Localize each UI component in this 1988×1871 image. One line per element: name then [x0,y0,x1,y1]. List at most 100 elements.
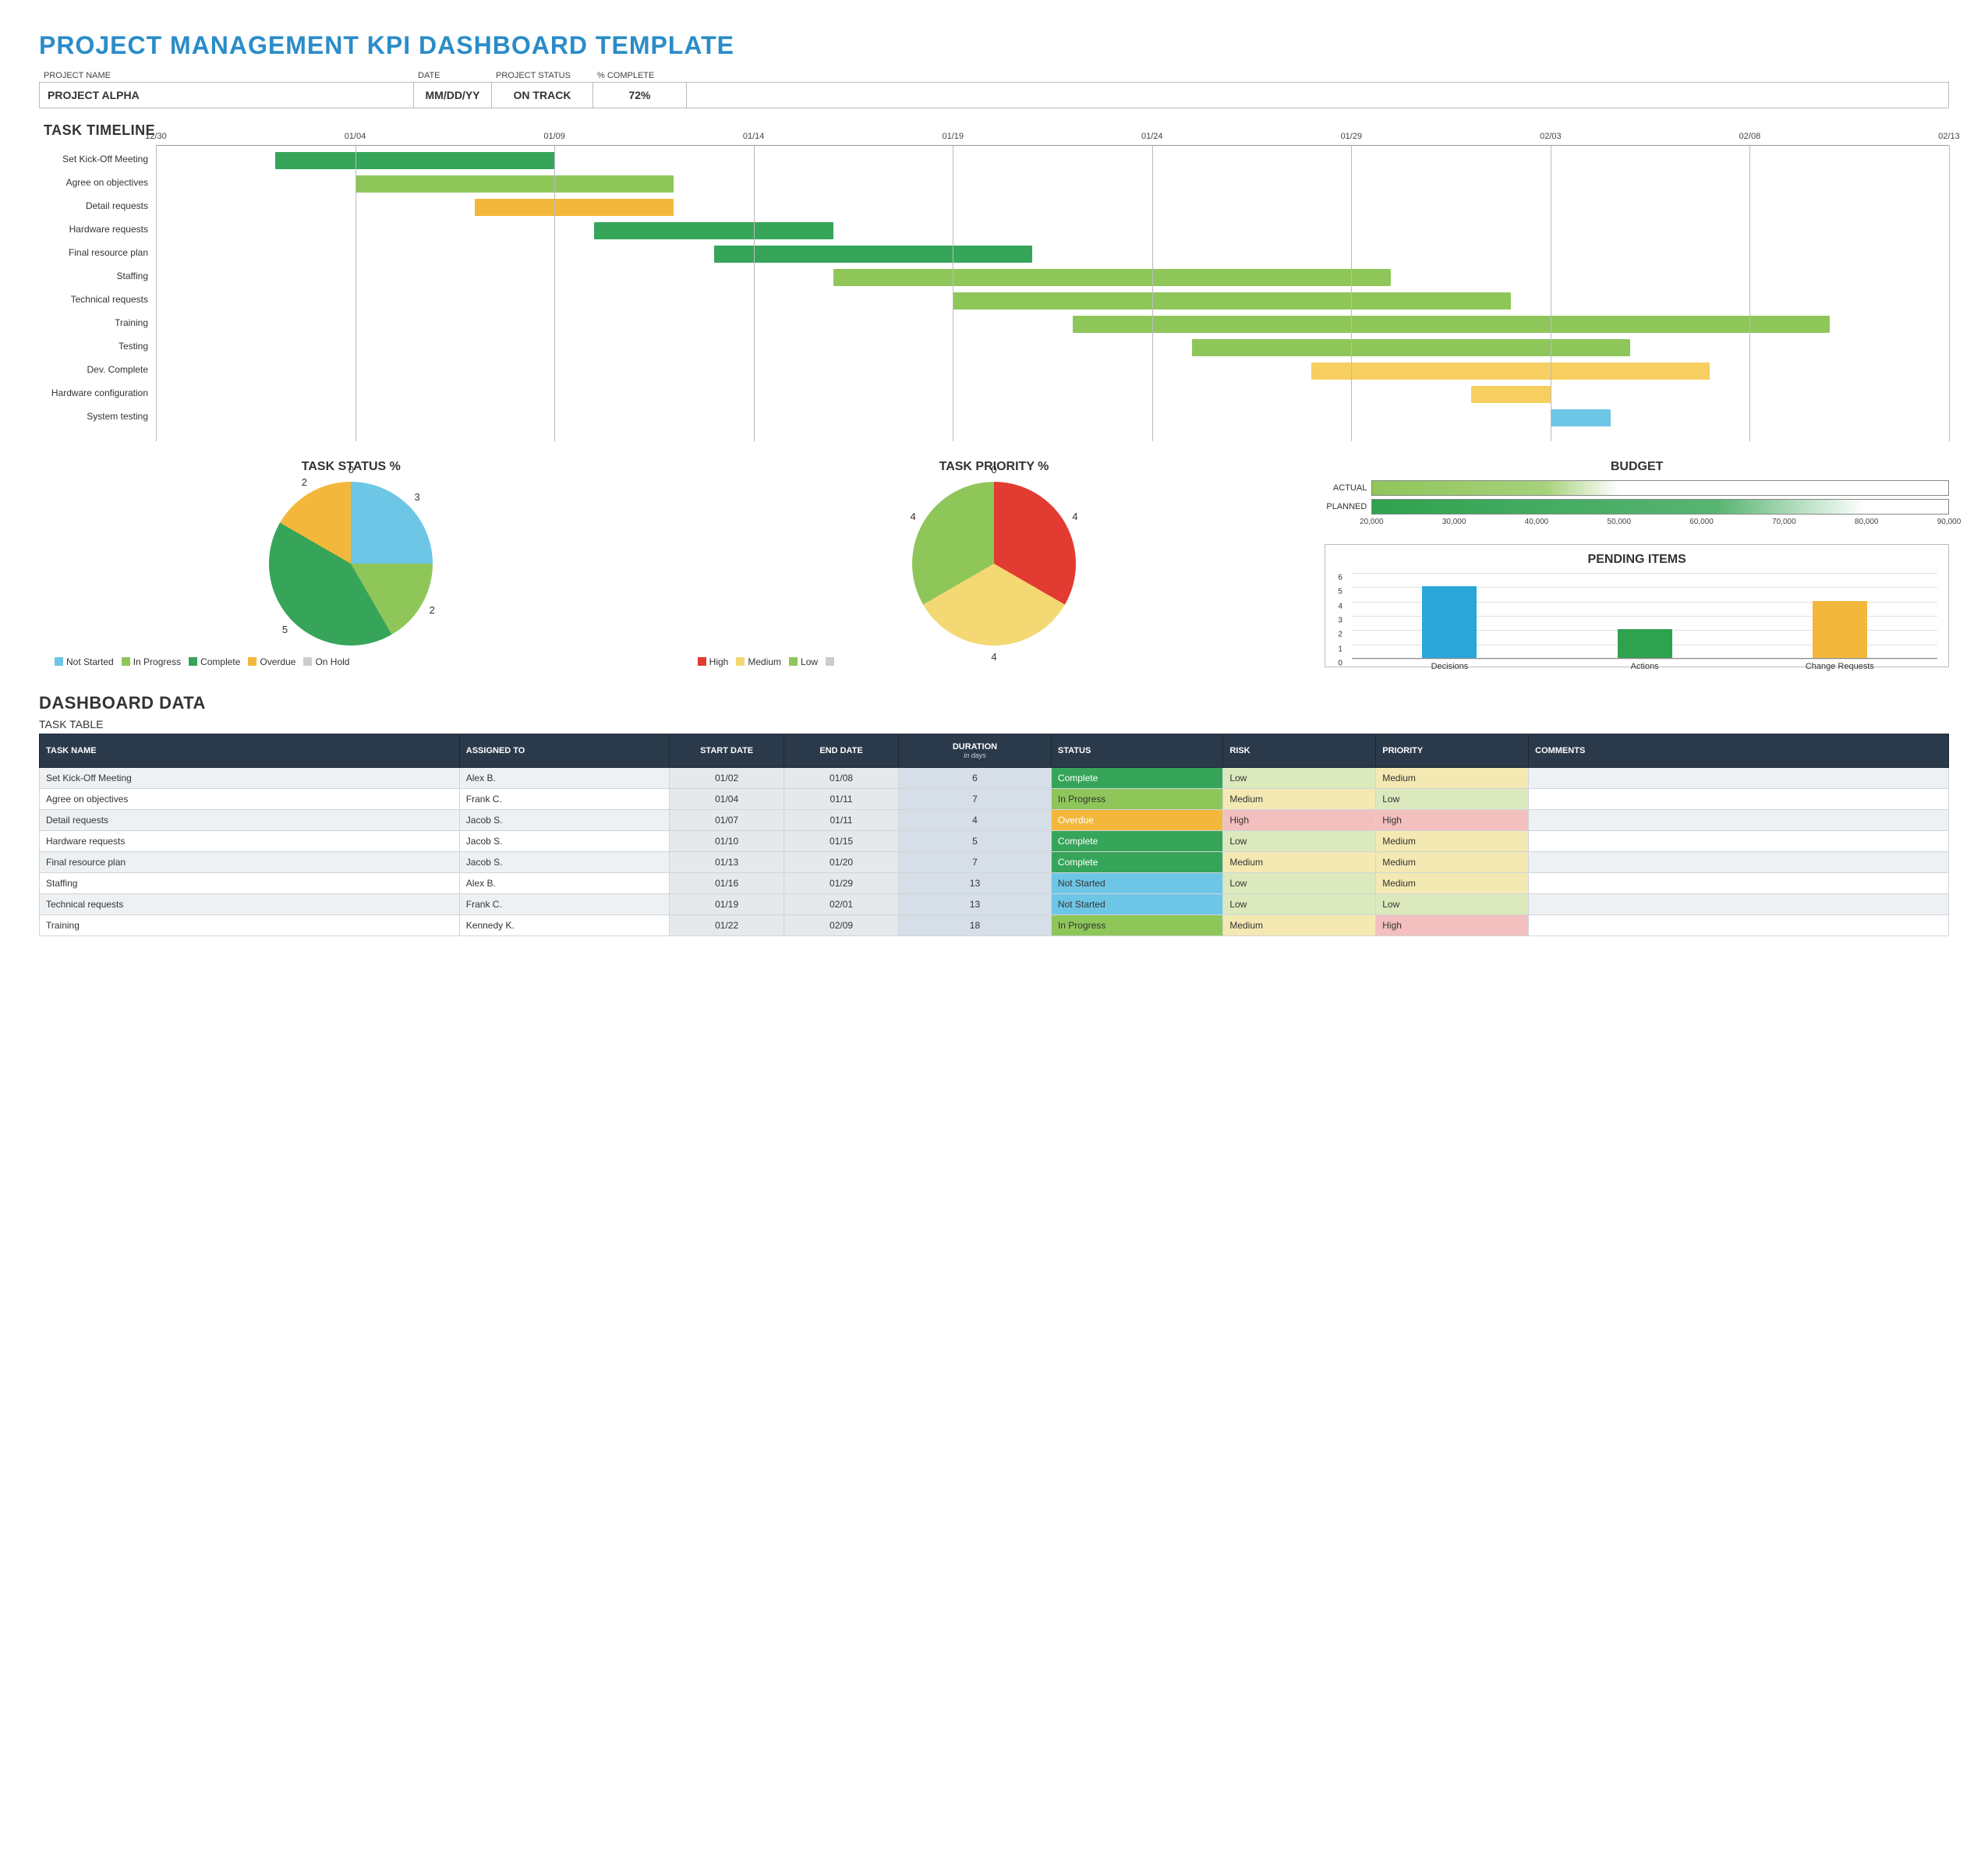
pie-value-label: 2 [424,604,440,616]
table-cell: 01/04 [670,788,784,809]
gantt-bar [953,292,1511,309]
pie-value-label: 4 [905,511,921,522]
info-values-row: PROJECT ALPHA MM/DD/YY ON TRACK 72% [39,82,1949,108]
task-status-legend: Not StartedIn ProgressCompleteOverdueOn … [55,653,648,671]
table-cell: Jacob S. [459,851,669,872]
budget-tick: 90,000 [1937,518,1961,526]
legend-swatch [55,657,63,666]
pending-y-tick: 6 [1338,574,1342,582]
task-status-pie: 32520 [269,482,433,645]
table-cell: Low [1223,830,1376,851]
table-cell: Complete [1051,830,1222,851]
gantt-bar [275,152,554,169]
legend-swatch [248,657,256,666]
table-cell: Kennedy K. [459,914,669,936]
table-cell: 01/19 [670,893,784,914]
gantt-bar [594,222,833,239]
table-cell [1529,851,1949,872]
budget-row: PLANNED [1325,499,1949,515]
table-cell: 01/08 [784,767,899,788]
th-risk: RISK [1223,734,1376,767]
table-cell: Detail requests [40,809,460,830]
pending-y-tick: 0 [1338,660,1342,668]
gantt-chart: 12/3001/0401/0901/1401/1901/2401/2902/03… [156,145,1949,441]
gantt-date-tick: 01/24 [1141,132,1163,141]
th-task-name: TASK NAME [40,734,460,767]
pending-y-tick: 1 [1338,645,1342,653]
table-cell [1529,872,1949,893]
th-duration: DURATIONin days [899,734,1052,767]
table-cell: 01/29 [784,872,899,893]
gantt-row-label: Technical requests [39,294,148,305]
gantt-date-tick: 01/29 [1341,132,1363,141]
table-cell: Complete [1051,851,1222,872]
table-cell: 7 [899,851,1052,872]
gantt-row: System testing [156,408,1949,430]
table-cell: 7 [899,788,1052,809]
table-row: Set Kick-Off MeetingAlex B.01/0201/086Co… [40,767,1949,788]
pie-value-label: 2 [296,476,312,488]
budget-bar-fill [1372,481,1619,495]
table-cell [1529,893,1949,914]
table-cell: Alex B. [459,767,669,788]
table-cell: Technical requests [40,893,460,914]
pending-x-label: Decisions [1406,662,1492,671]
table-cell [1529,809,1949,830]
pie-value-label: 4 [1067,511,1083,522]
table-cell: 01/10 [670,830,784,851]
pie-value-label: 0 [986,464,1002,476]
budget-tick: 60,000 [1689,518,1714,526]
table-cell: Hardware requests [40,830,460,851]
table-cell: Jacob S. [459,809,669,830]
gantt-row-label: Set Kick-Off Meeting [39,154,148,164]
gantt-row-label: Training [39,317,148,328]
legend-label: Overdue [260,656,295,667]
table-cell: 01/11 [784,809,899,830]
gantt-row: Agree on objectives [156,174,1949,196]
budget-title: BUDGET [1325,460,1949,474]
table-cell: Medium [1376,767,1529,788]
pending-y-tick: 5 [1338,588,1342,596]
gantt-row-label: Final resource plan [39,247,148,258]
gantt-date-tick: 02/13 [1938,132,1960,141]
table-cell: 4 [899,809,1052,830]
gantt-date-tick: 01/09 [543,132,565,141]
budget-row-label: PLANNED [1325,502,1371,511]
gantt-date-tick: 02/08 [1739,132,1761,141]
pending-y-tick: 2 [1338,631,1342,639]
th-assigned: ASSIGNED TO [459,734,669,767]
budget-row-label: ACTUAL [1325,483,1371,493]
table-cell: Medium [1376,851,1529,872]
budget-tick: 70,000 [1772,518,1796,526]
pending-bar [1422,586,1477,658]
table-cell: Low [1223,893,1376,914]
pending-x-label: Actions [1602,662,1688,671]
table-cell: Overdue [1051,809,1222,830]
pie-value-label: 5 [277,624,292,635]
pending-bar [1618,629,1672,658]
table-cell: Frank C. [459,893,669,914]
right-charts-column: BUDGET ACTUALPLANNED20,00030,00040,00050… [1325,460,1949,671]
legend-label: Medium [748,656,781,667]
pending-bar [1813,601,1867,658]
gantt-date-tick: 01/19 [942,132,964,141]
table-cell [1529,914,1949,936]
table-row: Technical requestsFrank C.01/1902/0113No… [40,893,1949,914]
table-cell: Medium [1376,830,1529,851]
table-cell: Jacob S. [459,830,669,851]
legend-swatch [122,657,130,666]
legend-label: Low [801,656,818,667]
legend-swatch [736,657,745,666]
table-cell: Medium [1223,914,1376,936]
pending-items-chart: PENDING ITEMS 0123456DecisionsActionsCha… [1325,544,1949,667]
gantt-row: Hardware configuration [156,384,1949,406]
table-row: Hardware requestsJacob S.01/1001/155Comp… [40,830,1949,851]
gantt-bar [714,246,1033,263]
table-cell: 01/13 [670,851,784,872]
budget-tick: 40,000 [1525,518,1549,526]
table-cell: Frank C. [459,788,669,809]
budget-tick: 30,000 [1442,518,1466,526]
table-cell: 02/01 [784,893,899,914]
table-cell [1529,788,1949,809]
gantt-row-label: Dev. Complete [39,364,148,375]
